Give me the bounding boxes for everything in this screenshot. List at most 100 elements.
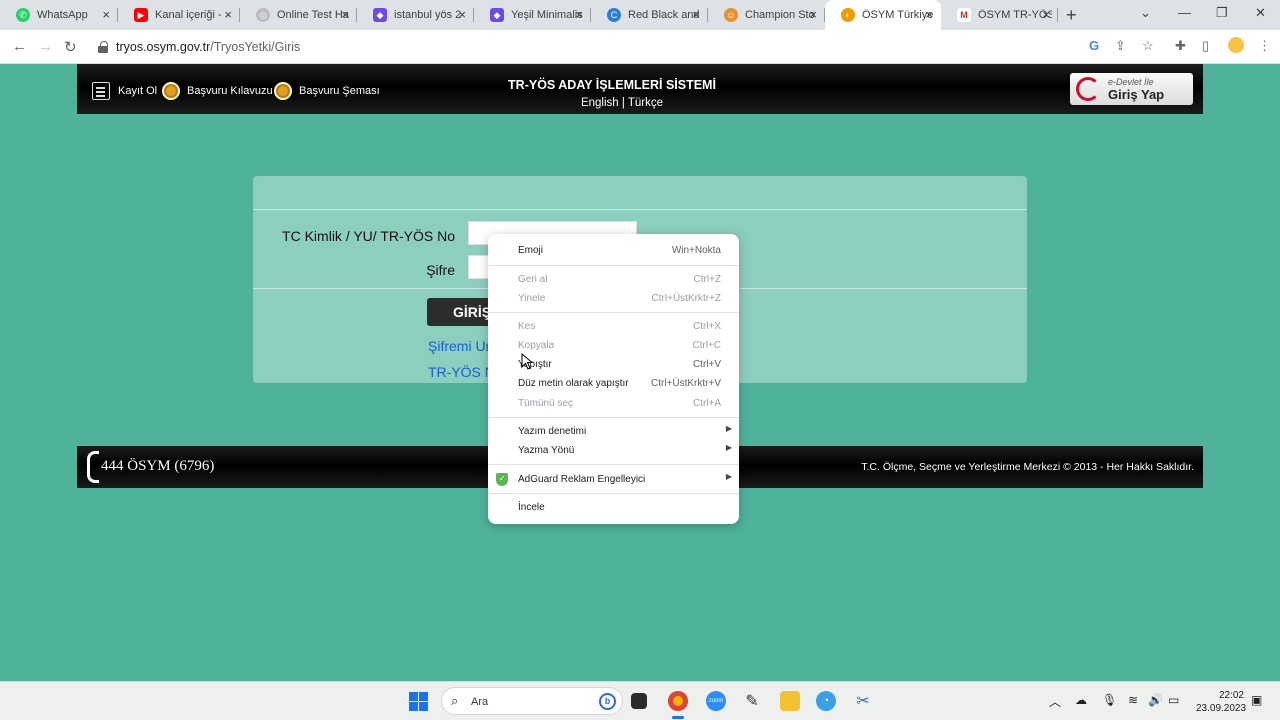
language-switcher: English | Türkçe <box>77 97 1167 109</box>
clock-time: 22:02 <box>1218 690 1244 701</box>
menu-shortcut: Ctrl+X <box>692 321 721 332</box>
bookmark-star-icon[interactable]: ☆ <box>1142 38 1154 54</box>
menu-item-spellcheck[interactable]: Yazım denetimi ▶ <box>488 422 739 441</box>
close-icon[interactable]: × <box>1042 8 1050 21</box>
tab-title: Yeşil Minimalis <box>511 9 583 21</box>
taskbar-clock[interactable]: 22:02 23.09.2023 <box>1196 689 1247 715</box>
tray-chevron-icon[interactable]: ︿ <box>1049 693 1061 710</box>
browser-tab-strip: ✆ WhatsApp × ▶ Kanal içeriği - × ◎ Onlin… <box>0 0 1280 30</box>
menu-item-adguard[interactable]: ✓ AdGuard Reklam Engelleyici ▶ <box>488 470 739 489</box>
clock-date: 23.09.2023 <box>1196 703 1247 714</box>
share-icon[interactable]: ⇪ <box>1115 38 1126 54</box>
edevlet-logo-icon <box>1076 77 1100 101</box>
menu-label: Emoji <box>518 245 544 256</box>
language-turkish[interactable]: Türkçe <box>628 97 663 109</box>
new-tab-button[interactable]: + <box>1066 5 1077 26</box>
menu-icon[interactable]: ⋮ <box>1258 38 1271 54</box>
browser-toolbar: ← → ↻ tryos.osym.gov.tr/TryosYetki/Giris… <box>0 30 1280 64</box>
tryos-number-link[interactable]: TR-YÖS No <box>428 364 488 380</box>
maximize-icon[interactable]: ❐ <box>1216 5 1228 21</box>
pen-icon[interactable]: ✎ <box>742 691 762 711</box>
chrome-icon[interactable] <box>668 691 688 711</box>
menu-shortcut: Ctrl+ÜstKrktr+Z <box>651 293 721 304</box>
menu-separator <box>488 265 739 266</box>
close-icon[interactable]: × <box>102 8 110 21</box>
menu-label: Geri al <box>518 274 548 285</box>
edevlet-line2: Giriş Yap <box>1108 86 1165 102</box>
microphone-icon[interactable]: 🎙 <box>1102 693 1117 707</box>
menu-item-inspect[interactable]: İncele <box>488 498 739 517</box>
zoom-icon[interactable]: zoom <box>706 691 726 711</box>
volume-icon[interactable]: 🔊 <box>1148 693 1163 707</box>
menu-item-paste-plain[interactable]: Düz metin olarak yapıştır Ctrl+ÜstKrktr+… <box>488 374 739 393</box>
menu-separator <box>488 417 739 418</box>
back-icon[interactable]: ← <box>12 38 27 55</box>
forward-icon[interactable]: → <box>38 38 53 55</box>
menu-item-emoji[interactable]: Emoji Win+Nokta <box>488 241 739 260</box>
tab-osym-tryos[interactable]: M ÖSYM TR-YÖS × <box>941 0 1058 30</box>
id-label: TC Kimlik / YU/ TR-YÖS No <box>282 228 455 244</box>
tab-online-test[interactable]: ◎ Online Test Ha × <box>240 0 357 30</box>
edevlet-login-button[interactable]: e-Devlet İle Giriş Yap <box>1070 73 1193 105</box>
menu-separator <box>488 493 739 494</box>
tab-red-black[interactable]: C Red Black and × <box>591 0 708 30</box>
menu-item-writing-direction[interactable]: Yazma Yönü ▶ <box>488 441 739 460</box>
tab-youtube[interactable]: ▶ Kanal içeriği - × <box>118 0 240 30</box>
close-icon[interactable]: × <box>809 8 817 21</box>
footer-copyright: T.C. Ölçme, Seçme ve Yerleştirme Merkezi… <box>861 461 1194 473</box>
address-bar[interactable]: tryos.osym.gov.tr/TryosYetki/Giris <box>92 34 1172 60</box>
submenu-arrow-icon: ▶ <box>725 443 732 452</box>
osym-icon: ◐ <box>841 8 855 22</box>
menu-item-undo[interactable]: Geri al Ctrl+Z <box>488 270 739 289</box>
language-english[interactable]: English <box>581 97 619 109</box>
snipping-tool-icon[interactable]: ✂ <box>853 691 873 711</box>
file-explorer-icon[interactable] <box>780 691 800 711</box>
reload-icon[interactable]: ↻ <box>64 38 77 56</box>
forgot-password-link[interactable]: Şifremi Unuttum <box>428 338 488 354</box>
profile-avatar[interactable] <box>1228 37 1244 53</box>
menu-label: Tümünü seç <box>518 398 574 409</box>
close-icon[interactable]: × <box>224 8 232 21</box>
taskbar-search[interactable]: ⌕ Ara b <box>441 687 623 715</box>
bing-icon: b <box>599 693 616 710</box>
task-view-icon[interactable] <box>631 693 647 709</box>
tab-osym-turkiye[interactable]: ◐ ÖSYM Türkiye × <box>825 0 941 30</box>
champion-icon: ☺ <box>724 8 738 22</box>
tab-title: Online Test Ha <box>277 9 349 21</box>
menu-shortcut: Ctrl+Z <box>693 274 722 285</box>
menu-item-cut[interactable]: Kes Ctrl+X <box>488 317 739 336</box>
site-title: TR-YÖS ADAY İŞLEMLERİ SİSTEMİ <box>508 78 716 92</box>
close-icon[interactable]: × <box>575 8 583 21</box>
menu-separator <box>488 464 739 465</box>
extensions-icon[interactable]: ✚ <box>1175 38 1186 54</box>
battery-icon[interactable]: ▭ <box>1168 693 1179 707</box>
menu-shortcut: Ctrl+A <box>692 398 721 409</box>
menu-shortcut: Ctrl+ÜstKrktr+V <box>650 378 721 389</box>
menu-label: Yazım denetimi <box>518 426 587 437</box>
tab-whatsapp[interactable]: ✆ WhatsApp × <box>0 0 118 30</box>
window-close-icon[interactable]: ✕ <box>1255 5 1266 21</box>
google-icon[interactable]: G <box>1089 38 1099 53</box>
url-text: tryos.osym.gov.tr/TryosYetki/Giris <box>116 40 301 54</box>
menu-item-select-all[interactable]: Tümünü seç Ctrl+A <box>488 394 739 413</box>
menu-item-redo[interactable]: Yinele Ctrl+ÜstKrktr+Z <box>488 289 739 308</box>
menu-label: Kopyala <box>518 340 555 351</box>
close-icon[interactable]: × <box>458 8 466 21</box>
close-icon[interactable]: × <box>341 8 349 21</box>
tab-search-icon[interactable]: ⌄ <box>1140 5 1151 21</box>
tab-istanbul-yos[interactable]: ◆ istanbul yös 2 × <box>357 0 474 30</box>
wifi-icon[interactable]: ≋ <box>1128 693 1138 707</box>
tab-champion[interactable]: ☺ Champion Sto × <box>708 0 825 30</box>
youtube-icon: ▶ <box>134 8 148 22</box>
minimize-icon[interactable]: — <box>1178 5 1191 20</box>
close-icon[interactable]: × <box>925 8 933 21</box>
notification-icon[interactable]: ▣ <box>1251 693 1262 707</box>
close-icon[interactable]: × <box>692 8 700 21</box>
lock-icon <box>98 41 108 53</box>
edge-icon[interactable]: ◔ <box>816 691 836 711</box>
onedrive-icon[interactable]: ☁ <box>1075 693 1087 707</box>
windows-start-icon[interactable] <box>409 692 428 711</box>
adguard-shield-icon: ✓ <box>496 473 508 486</box>
tab-yesil-minimalist[interactable]: ◆ Yeşil Minimalis × <box>474 0 591 30</box>
side-panel-icon[interactable]: ▯ <box>1202 38 1209 54</box>
